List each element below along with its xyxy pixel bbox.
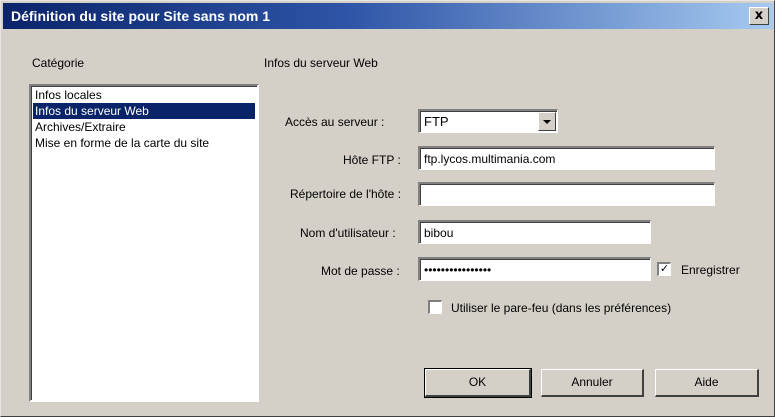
save-password-checkbox[interactable]: ✓ [657,262,671,276]
server-access-select[interactable]: FTP [418,109,558,133]
host-directory-input[interactable] [418,182,715,206]
save-password-label[interactable]: Enregistrer [681,263,740,277]
ftp-host-input[interactable]: ftp.lycos.multimania.com [418,146,715,170]
password-label: Mot de passe : [321,264,400,278]
title-bar[interactable]: Définition du site pour Site sans nom 1 … [3,3,773,29]
use-firewall-label[interactable]: Utiliser le pare-feu (dans les préférenc… [451,301,671,315]
category-item-site-map-layout[interactable]: Mise en forme de la carte du site [33,135,255,151]
use-firewall-checkbox[interactable] [428,300,442,314]
site-definition-dialog: Définition du site pour Site sans nom 1 … [0,0,775,417]
host-directory-label: Répertoire de l'hôte : [290,187,402,201]
category-item-local-info[interactable]: Infos locales [33,87,255,103]
close-button[interactable]: x [749,7,769,25]
checkmark-icon: ✓ [659,262,670,275]
category-list[interactable]: Infos locales Infos du serveur Web Archi… [29,84,259,402]
username-input[interactable]: bibou [418,220,651,244]
chevron-down-icon[interactable] [538,112,556,131]
cancel-button[interactable]: Annuler [541,369,644,397]
category-item-web-server-info[interactable]: Infos du serveur Web [33,103,255,119]
category-label: Catégorie [32,56,85,70]
username-label: Nom d'utilisateur : [300,226,396,240]
panel-title: Infos du serveur Web [264,56,378,70]
server-access-label: Accès au serveur : [285,115,385,129]
window-title: Définition du site pour Site sans nom 1 [11,8,271,24]
close-icon: x [754,8,764,23]
password-input[interactable]: •••••••••••••••• [418,257,651,281]
ftp-host-label: Hôte FTP : [343,153,401,167]
category-item-check-in-out[interactable]: Archives/Extraire [33,119,255,135]
help-button[interactable]: Aide [655,369,759,397]
server-access-value: FTP [424,114,449,129]
ok-button[interactable]: OK [424,368,532,398]
